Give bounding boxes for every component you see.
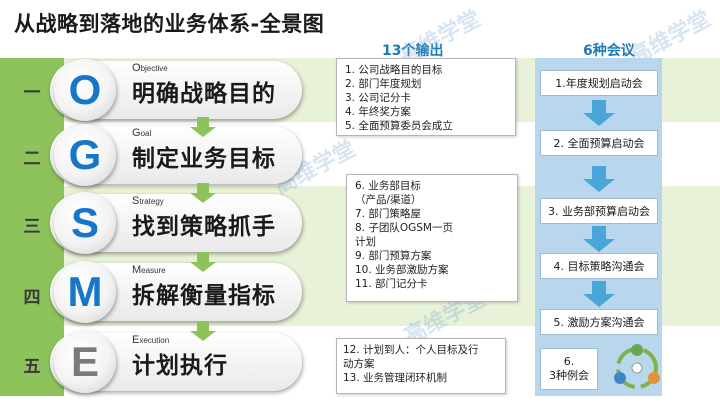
output-item: 9. 部门预算方案 (355, 250, 432, 262)
stage-english-label: Strategy (132, 195, 164, 207)
output-item: 1. 公司战略目的目标 (345, 64, 443, 76)
down-arrow-icon (583, 166, 615, 192)
output-item: 6. 业务部目标 (355, 180, 421, 192)
letter-circle-o: O (54, 59, 116, 121)
cycle-diagram-icon (614, 344, 660, 389)
meeting-6-label: 3种例会 (549, 369, 589, 382)
stage-number: 二 (23, 149, 41, 169)
stage-english-label: Goal (132, 127, 152, 139)
stage-english-label: Objective (132, 62, 168, 74)
down-arrow-icon (190, 117, 216, 137)
output-item: 7. 部门策略屋 (355, 208, 421, 220)
stage-number: 一 (23, 83, 41, 103)
output-item: 11. 部门记分卡 (355, 278, 428, 290)
letter-circle-e: E (54, 331, 116, 393)
meeting-box: 5. 激励方案沟通会 (540, 309, 658, 335)
stage-number: 五 (23, 357, 41, 377)
letter-circle-g: G (54, 124, 116, 186)
stage-chinese-label: 找到策略抓手 (132, 214, 276, 240)
output-item: 3. 公司记分卡 (345, 92, 411, 104)
meeting-6-number: 6. (563, 355, 575, 368)
stage-number: 三 (23, 217, 41, 237)
output-item: 4. 年终奖方案 (345, 106, 411, 118)
meeting-box: 4. 目标策略沟通会 (540, 253, 658, 279)
stage-number: 四 (23, 288, 41, 308)
down-arrow-icon (583, 100, 615, 126)
page-title: 从战略到落地的业务体系-全景图 (14, 12, 325, 36)
output-item: （产品/渠道） (355, 194, 422, 206)
output-item: 12. 计划到人：个人目标及行 (343, 344, 479, 356)
meeting-box: 1.年度规划启动会 (540, 70, 658, 96)
down-arrow-icon (583, 281, 615, 307)
meeting-box: 3. 业务部预算启动会 (540, 198, 658, 224)
down-arrow-icon (190, 183, 216, 203)
output-item: 计划 (355, 236, 376, 248)
down-arrow-icon (583, 226, 615, 252)
outputs-box-2: 6. 业务部目标 （产品/渠道） 7. 部门策略屋 8. 子团队OGSM一页 计划 9… (346, 174, 518, 302)
output-item: 10. 业务部激励方案 (355, 264, 449, 276)
outputs-list: 6. 业务部目标 （产品/渠道） 7. 部门策略屋 8. 子团队OGSM一页 计划 9… (355, 179, 509, 291)
output-item: 5. 全面预算委员会成立 (345, 120, 453, 132)
meeting-box-6: 6. 3种例会 (540, 348, 598, 390)
output-item: 13. 业务管理闭环机制 (343, 372, 448, 384)
output-item: 8. 子团队OGSM一页 (355, 222, 453, 234)
output-item: 2. 部门年度规划 (345, 78, 422, 90)
stage-english-label: Measure (132, 264, 166, 276)
meeting-box: 2. 全面预算启动会 (540, 130, 658, 156)
outputs-list: 12. 计划到人：个人目标及行 动方案 13. 业务管理闭环机制 (343, 343, 499, 385)
stage-chinese-label: 明确战略目的 (132, 81, 276, 107)
outputs-list: 1. 公司战略目的目标 2. 部门年度规划 3. 公司记分卡 4. 年终奖方案 5. 全… (345, 63, 507, 133)
stage-chinese-label: 拆解衡量指标 (132, 283, 276, 309)
stage-chinese-label: 计划执行 (132, 353, 228, 379)
stage-chinese-label: 制定业务目标 (132, 146, 276, 172)
outputs-box-1: 1. 公司战略目的目标 2. 部门年度规划 3. 公司记分卡 4. 年终奖方案 5. 全… (336, 58, 516, 136)
output-item: 动方案 (343, 358, 375, 370)
letter-circle-s: S (54, 192, 116, 254)
down-arrow-icon (190, 252, 216, 272)
outputs-box-3: 12. 计划到人：个人目标及行 动方案 13. 业务管理闭环机制 (336, 338, 506, 394)
letter-circle-m: M (54, 261, 116, 323)
stage-english-label: Execution (132, 334, 170, 346)
down-arrow-icon (190, 321, 216, 341)
